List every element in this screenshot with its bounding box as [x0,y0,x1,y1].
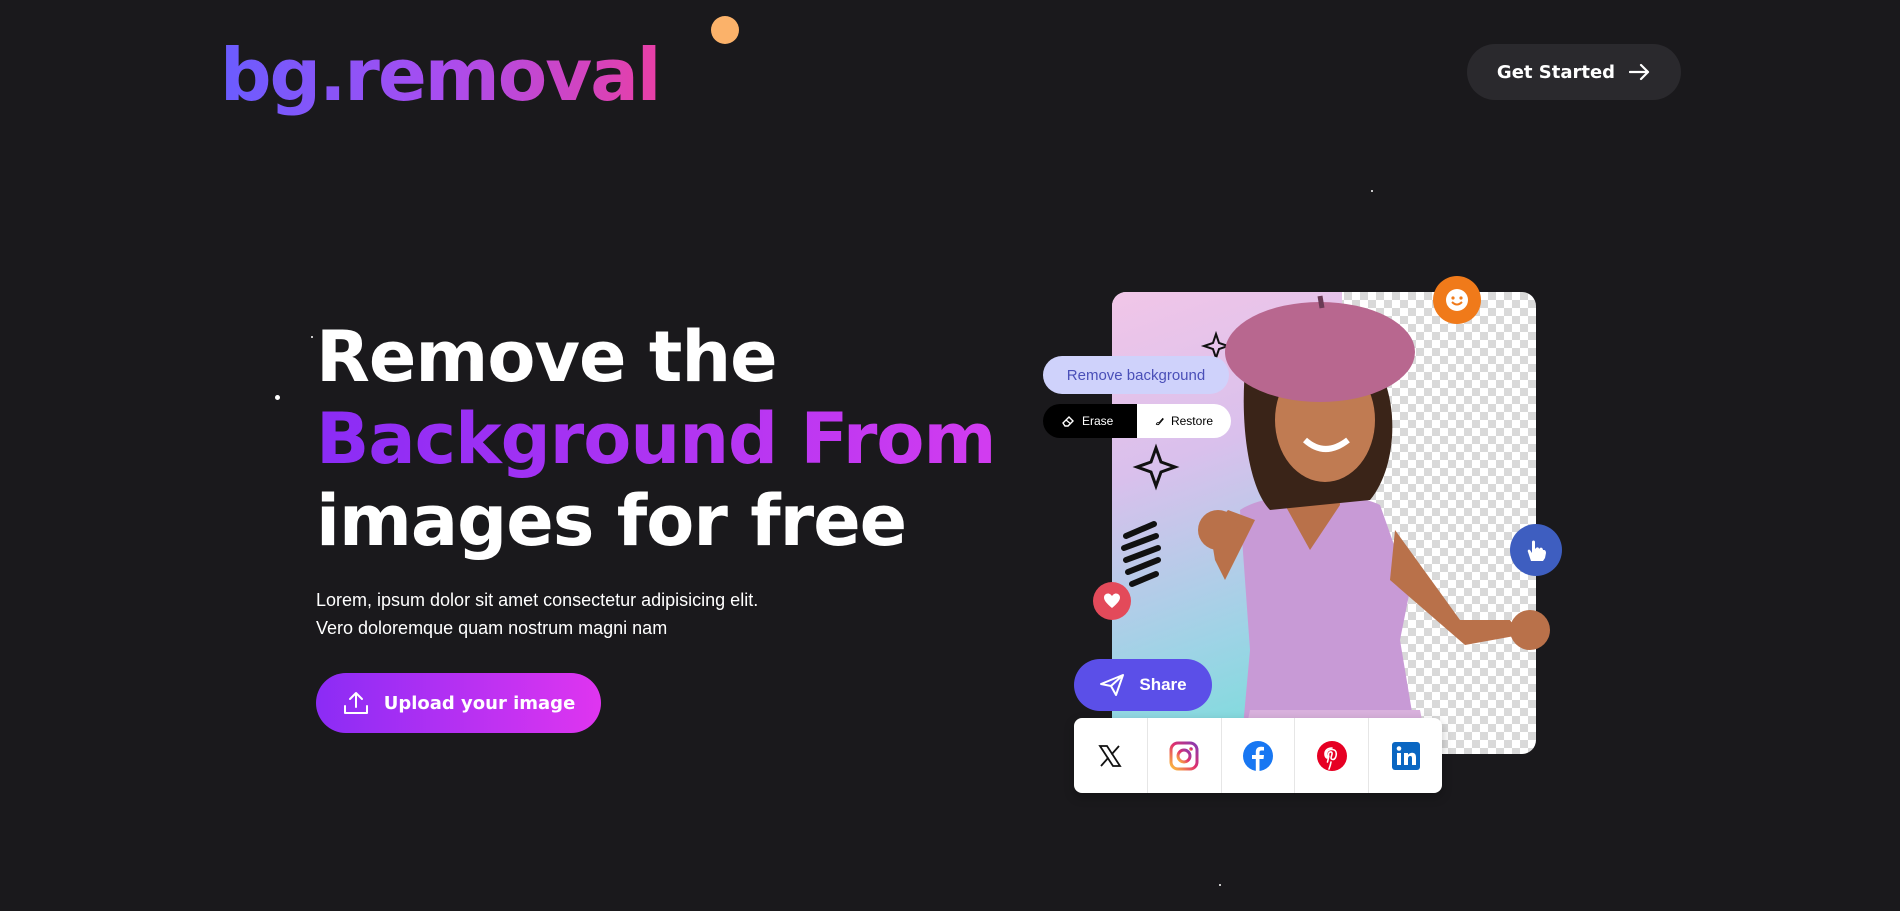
erase-label: Erase [1082,414,1114,428]
upload-icon [343,692,368,714]
headline-line-3: images for free [316,480,907,562]
linkedin-icon [1391,741,1420,770]
instagram-icon [1169,741,1199,770]
hand-badge [1510,524,1562,576]
erase-tool[interactable]: Erase [1043,404,1137,438]
send-icon [1100,674,1125,696]
decorative-star [311,336,313,338]
upload-label: Upload your image [383,692,576,714]
share-pinterest[interactable] [1295,718,1370,793]
social-share-bar [1074,718,1442,793]
logo[interactable]: bg.removal [220,30,661,120]
facebook-icon [1242,740,1273,771]
share-button[interactable]: Share [1074,659,1212,711]
heart-badge [1093,582,1131,620]
decorative-star [275,395,280,400]
restore-label: Restore [1170,414,1213,428]
get-started-button[interactable]: Get Started [1467,44,1681,100]
eraser-icon [1062,416,1074,427]
decorative-star [1219,884,1221,886]
share-label: Share [1139,675,1187,694]
hero-description: Lorem, ipsum dolor sit amet consectetur … [316,586,836,642]
brush-icon [1155,417,1164,426]
x-icon [1098,744,1123,767]
smiley-badge [1433,276,1481,324]
get-started-label: Get Started [1496,61,1616,83]
headline-line-1: Remove the [316,316,778,398]
description-line-2: Vero doloremque quam nostrum magni nam [316,618,668,638]
share-instagram[interactable] [1148,718,1222,793]
share-x[interactable] [1074,718,1148,793]
edit-tools: Erase Restore [1043,404,1231,438]
description-line-1: Lorem, ipsum dolor sit amet consectetur … [316,590,759,610]
headline-line-2: Background From [316,398,996,480]
hand-pointer-icon [1527,540,1546,561]
share-facebook[interactable] [1222,718,1296,793]
share-linkedin[interactable] [1369,718,1442,793]
heart-icon [1104,593,1120,608]
remove-background-pill[interactable]: Remove background [1043,356,1229,394]
restore-tool[interactable]: Restore [1137,404,1231,438]
upload-image-button[interactable]: Upload your image [316,673,601,733]
hero-headline: Remove the Background From images for fr… [316,316,996,562]
pinterest-icon [1316,740,1347,771]
decorative-dot [711,16,739,44]
arrow-right-icon [1629,63,1650,81]
decorative-star [1371,190,1373,192]
smiley-icon [1446,289,1468,311]
